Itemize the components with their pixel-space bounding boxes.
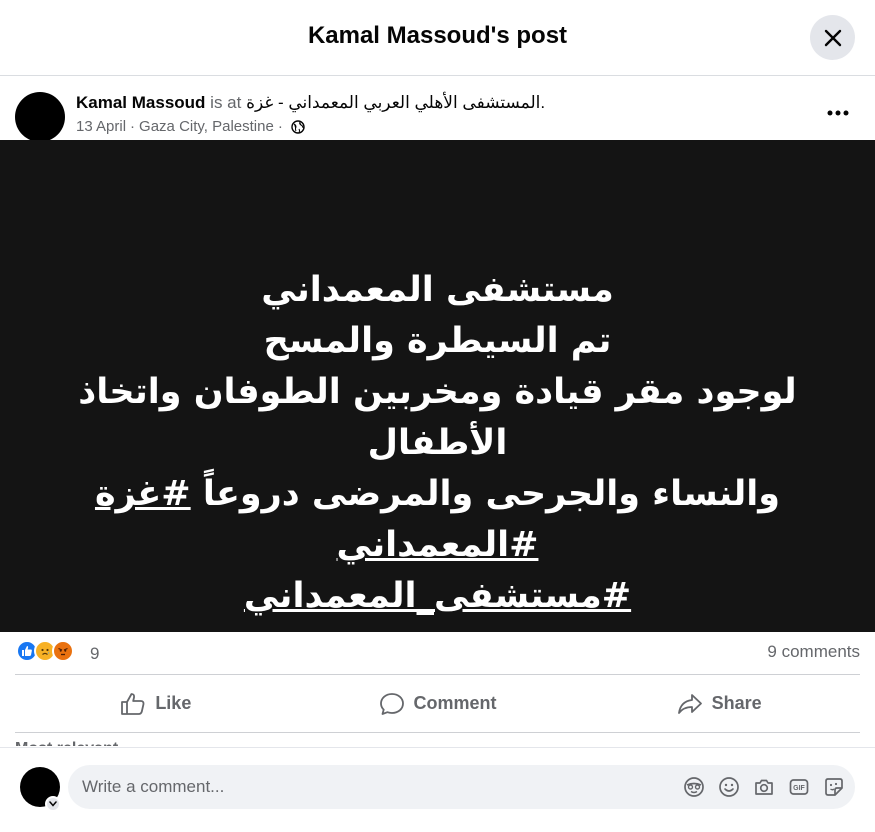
camera-icon: [755, 779, 773, 795]
share-button[interactable]: Share: [578, 675, 860, 732]
dialog-header: Kamal Massoud's post: [0, 0, 875, 76]
chevron-down-icon: [49, 801, 57, 807]
checkin-label: is at: [210, 93, 242, 112]
post-image[interactable]: مستشفى المعمداني تم السيطرة والمسح لوجود…: [0, 140, 875, 632]
profile-switcher-button[interactable]: [45, 796, 61, 812]
meta-separator: ·: [130, 118, 136, 135]
author-line: Kamal Massoud is at المستشفى الأهلي العر…: [76, 93, 545, 113]
author-avatar[interactable]: [15, 92, 65, 142]
hashtag-link[interactable]: #المعمداني: [337, 525, 539, 565]
comment-label: Comment: [413, 693, 497, 713]
dialog-title: Kamal Massoud's post: [307, 22, 568, 49]
share-label: Share: [711, 693, 762, 713]
avatar-sticker-icon: [684, 777, 704, 797]
more-options-button[interactable]: [818, 98, 858, 128]
author-name[interactable]: Kamal Massoud: [76, 93, 205, 112]
gif-icon: GIF: [789, 779, 809, 795]
composer-tools: GIF: [683, 775, 845, 799]
reaction-icons[interactable]: [16, 640, 74, 662]
like-label: Like: [155, 693, 192, 713]
angry-icon: [52, 640, 74, 662]
like-icon: [121, 692, 145, 715]
globe-icon[interactable]: [291, 119, 305, 134]
like-button[interactable]: Like: [15, 675, 297, 732]
emoji-icon: [719, 777, 739, 797]
image-text-line: مستشفى المعمداني: [261, 270, 614, 310]
image-text-line: لوجود مقر قيادة ومخربين الطوفان واتخاذ ا…: [78, 372, 797, 463]
comment-button[interactable]: Comment: [297, 675, 579, 732]
comment-input[interactable]: [82, 765, 662, 809]
post-location[interactable]: Gaza City, Palestine: [139, 118, 274, 135]
hashtag-link[interactable]: #غزة: [95, 474, 191, 514]
svg-text:GIF: GIF: [793, 785, 805, 792]
comment-sort-selector[interactable]: Most relevant: [15, 738, 118, 746]
hashtag-link[interactable]: #مستشفى_المعمداني: [244, 576, 631, 616]
reactions-bar: 9 9 comments: [0, 632, 875, 674]
image-text-line: تم السيطرة والمسح: [263, 321, 612, 361]
emoji-button[interactable]: [718, 775, 740, 799]
comment-composer: GIF: [0, 747, 875, 832]
comment-icon: [379, 692, 404, 715]
meta-separator: ·: [277, 118, 283, 135]
post-meta: 13 April · Gaza City, Palestine ·: [76, 118, 305, 135]
close-icon: [824, 29, 841, 46]
comment-box: GIF: [68, 765, 855, 809]
close-button[interactable]: [810, 15, 855, 60]
reaction-count[interactable]: 9: [90, 644, 99, 664]
post-header: Kamal Massoud is at المستشفى الأهلي العر…: [0, 76, 875, 142]
more-icon: [827, 110, 849, 116]
gif-button[interactable]: GIF: [788, 775, 810, 799]
comments-count[interactable]: 9 comments: [767, 642, 860, 662]
avatar-sticker-button[interactable]: [683, 775, 705, 799]
photo-button[interactable]: [753, 775, 775, 799]
image-text-fragment: والنساء والجرحى والمرضى دروعاً: [190, 474, 781, 514]
share-icon: [677, 693, 702, 714]
post-image-text: مستشفى المعمداني تم السيطرة والمسح لوجود…: [20, 265, 855, 622]
checkin-place[interactable]: المستشفى الأهلي العربي المعمداني - غزة.: [246, 93, 545, 112]
image-text-line: #مستشفى_المعمداني: [20, 571, 855, 622]
image-text-line: والنساء والجرحى والمرضى دروعاً #غزة #الم…: [20, 469, 855, 571]
post-date[interactable]: 13 April: [76, 118, 126, 135]
post-actions: Like Comment Share: [15, 674, 860, 733]
sticker-button[interactable]: [823, 775, 845, 799]
sticker-icon: [825, 778, 843, 796]
